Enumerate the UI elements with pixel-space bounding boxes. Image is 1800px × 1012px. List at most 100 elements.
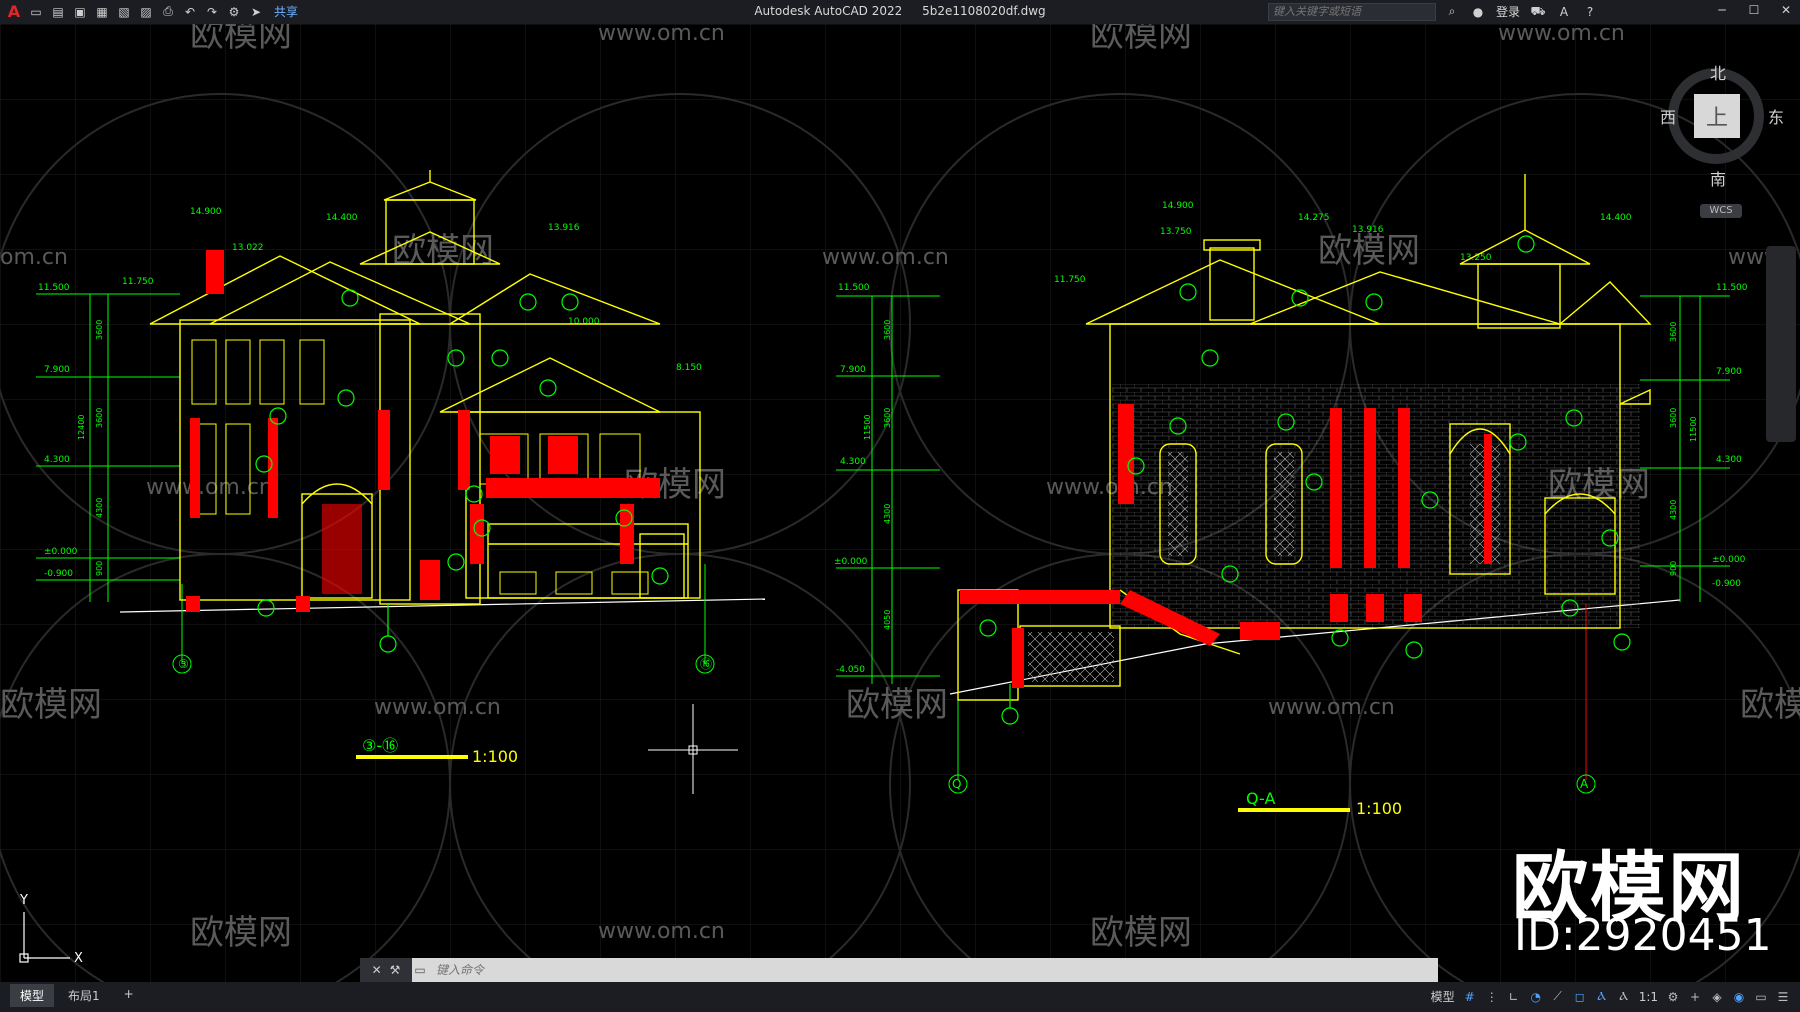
search-icon[interactable]: ⌕ bbox=[1444, 4, 1460, 20]
compass-south[interactable]: 南 bbox=[1710, 166, 1726, 190]
clean-screen-icon[interactable]: ▭ bbox=[1754, 990, 1768, 1004]
open-file-icon[interactable]: ▤ bbox=[50, 4, 66, 20]
level-label: 14.900 bbox=[1162, 201, 1194, 211]
isolate-icon[interactable]: ◈ bbox=[1710, 990, 1724, 1004]
isodraft-icon[interactable]: ⟋ bbox=[1551, 989, 1565, 1004]
watermark-brand: 欧模网 bbox=[1090, 913, 1192, 953]
workspace-icon[interactable]: ⚙ bbox=[226, 4, 242, 20]
maximize-icon[interactable]: ☐ bbox=[1746, 2, 1762, 18]
dim-label: 3600 bbox=[1669, 408, 1678, 428]
gear-icon[interactable]: ⚙ bbox=[1666, 990, 1680, 1004]
auto-scale-icon[interactable]: Ⲁ bbox=[1617, 989, 1631, 1004]
annotation-visibility-icon[interactable]: Ⲁ bbox=[1595, 989, 1609, 1004]
viewcube-top-face[interactable]: 上 bbox=[1694, 94, 1740, 138]
snap-icon[interactable]: ⋮ bbox=[1485, 990, 1499, 1004]
compass-east[interactable]: 东 bbox=[1768, 104, 1784, 128]
command-input[interactable] bbox=[428, 959, 1438, 981]
level-label: 13.916 bbox=[548, 223, 580, 233]
file-name: 5b2e1108020df.dwg bbox=[922, 4, 1046, 18]
level-label: 14.900 bbox=[190, 207, 222, 217]
dim-label: 900 bbox=[95, 561, 104, 576]
autocad-logo-icon[interactable]: A bbox=[6, 2, 22, 21]
save-web-icon[interactable]: ▨ bbox=[138, 4, 154, 20]
dim-label: 4050 bbox=[883, 610, 892, 630]
level-label: 7.900 bbox=[1716, 367, 1742, 377]
app-store-icon[interactable]: A bbox=[1556, 4, 1572, 20]
share-icon[interactable]: ➤ bbox=[248, 4, 264, 20]
annotation-scale[interactable]: 1:1 bbox=[1639, 990, 1658, 1004]
axis-label: ③ bbox=[178, 657, 189, 671]
dim-label: 3600 bbox=[883, 408, 892, 428]
undo-icon[interactable]: ↶ bbox=[182, 4, 198, 20]
watermark-site-fragment: om.cn bbox=[0, 245, 68, 270]
level-label: ±0.000 bbox=[44, 547, 78, 557]
help-icon[interactable]: ? bbox=[1582, 4, 1598, 20]
plus-icon[interactable]: + bbox=[1688, 990, 1702, 1004]
axis-label: A bbox=[1580, 777, 1589, 791]
dim-label: 11500 bbox=[1689, 417, 1698, 442]
dim-label: 3600 bbox=[1669, 322, 1678, 342]
level-label: -0.900 bbox=[1712, 579, 1741, 589]
elevation-scale: 1:100 bbox=[472, 747, 518, 766]
recent-commands-icon[interactable]: ▭ bbox=[412, 962, 428, 978]
dim-label: 3600 bbox=[95, 320, 104, 340]
watermark-site: www.om.cn bbox=[598, 24, 725, 46]
login-link[interactable]: 登录 bbox=[1496, 3, 1520, 20]
ortho-icon[interactable]: ∟ bbox=[1507, 990, 1521, 1004]
watermark-site: www.om.cn bbox=[822, 245, 949, 270]
watermark-site: www.om.cn bbox=[1498, 24, 1625, 46]
user-icon[interactable]: ● bbox=[1470, 4, 1486, 20]
window-controls: ─ ☐ ✕ bbox=[1714, 2, 1794, 18]
plot-icon[interactable]: ⎙ bbox=[160, 4, 176, 20]
level-label: 13.916 bbox=[1352, 225, 1384, 235]
level-label: 14.400 bbox=[1600, 213, 1632, 223]
save-as-icon[interactable]: ▦ bbox=[94, 4, 110, 20]
tab-model[interactable]: 模型 bbox=[10, 984, 55, 1007]
open-web-icon[interactable]: ▧ bbox=[116, 4, 132, 20]
wcs-menu[interactable]: WCS bbox=[1700, 204, 1742, 218]
level-label: -4.050 bbox=[836, 665, 865, 675]
viewcube[interactable]: 上 北 西 东 南 WCS bbox=[1660, 60, 1784, 228]
ucs-x-label: X bbox=[74, 951, 83, 966]
save-icon[interactable]: ▣ bbox=[72, 4, 88, 20]
navigation-bar[interactable] bbox=[1766, 246, 1796, 442]
model-space-toggle[interactable]: 模型 bbox=[1431, 988, 1455, 1005]
level-label: 14.400 bbox=[326, 213, 358, 223]
hardware-accel-icon[interactable]: ◉ bbox=[1732, 990, 1746, 1004]
dim-label: 4300 bbox=[95, 498, 104, 518]
redo-icon[interactable]: ↷ bbox=[204, 4, 220, 20]
command-line-tools: ✕ ⚒ bbox=[360, 958, 412, 982]
watermark-brand: 欧模网 bbox=[392, 231, 494, 271]
add-layout-icon[interactable]: + bbox=[114, 984, 144, 1007]
help-search-input[interactable] bbox=[1268, 3, 1436, 21]
elevation-title: ③-⑯ bbox=[362, 736, 398, 755]
share-label[interactable]: 共享 bbox=[274, 3, 298, 20]
level-label: 4.300 bbox=[1716, 455, 1742, 465]
wrench-icon[interactable]: ⚒ bbox=[390, 963, 401, 977]
tab-layout1[interactable]: 布局1 bbox=[58, 984, 110, 1007]
level-label: 7.900 bbox=[840, 365, 866, 375]
compass-west[interactable]: 西 bbox=[1660, 104, 1676, 128]
status-tools: 模型 # ⋮ ∟ ◔ ⟋ ◻ Ⲁ Ⲁ 1:1 ⚙ + ◈ ◉ ▭ ☰ bbox=[1431, 988, 1790, 1005]
level-label: 11.500 bbox=[838, 283, 870, 293]
product-name: Autodesk AutoCAD 2022 bbox=[754, 4, 903, 18]
level-label: -0.900 bbox=[44, 569, 73, 579]
object-snap-icon[interactable]: ◻ bbox=[1573, 990, 1587, 1004]
watermark-id: ID:2920451 bbox=[1514, 910, 1772, 961]
new-file-icon[interactable]: ▭ bbox=[28, 4, 44, 20]
dim-label: 12400 bbox=[77, 415, 86, 440]
close-icon[interactable]: ✕ bbox=[1778, 2, 1794, 18]
close-icon[interactable]: ✕ bbox=[372, 963, 382, 977]
top-right-tools: ⌕ ● 登录 ⛟ A ? bbox=[1444, 3, 1598, 20]
cart-icon[interactable]: ⛟ bbox=[1530, 4, 1546, 20]
polar-icon[interactable]: ◔ bbox=[1529, 990, 1543, 1004]
watermark-brand: 欧模网 bbox=[1090, 24, 1192, 55]
compass-north[interactable]: 北 bbox=[1710, 60, 1726, 84]
menu-icon[interactable]: ☰ bbox=[1776, 990, 1790, 1004]
elevation-scale: 1:100 bbox=[1356, 799, 1402, 818]
elevation-title: Q-A bbox=[1246, 789, 1275, 808]
grid-icon[interactable]: # bbox=[1463, 990, 1477, 1004]
minimize-icon[interactable]: ─ bbox=[1714, 2, 1730, 18]
watermark-site: www.om.cn bbox=[146, 475, 273, 500]
watermark-brand: 欧模网 bbox=[846, 685, 948, 725]
